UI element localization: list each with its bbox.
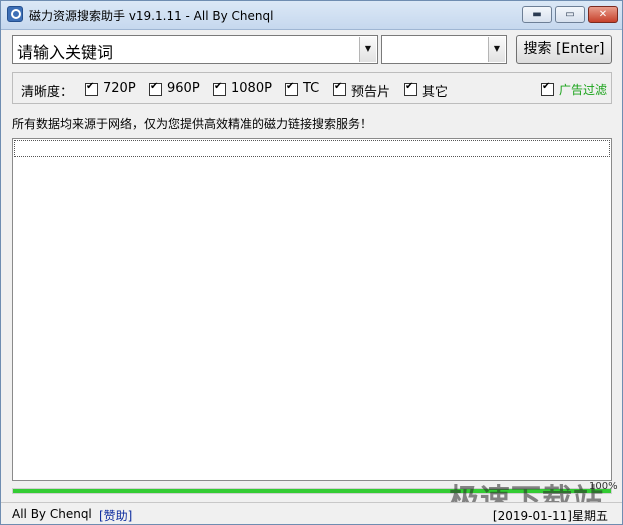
close-icon: ✕ <box>598 9 608 20</box>
check-icon[interactable] <box>333 81 346 96</box>
checkbox-1080p[interactable]: 1080P <box>213 81 272 97</box>
checkbox-ad-filter[interactable]: 广告过滤 <box>541 81 607 97</box>
check-icon[interactable] <box>285 81 298 96</box>
maximize-icon: ▭ <box>565 9 575 20</box>
minimize-button[interactable]: ▬ <box>522 6 552 23</box>
donate-link[interactable]: [赞助] <box>99 507 132 524</box>
close-button[interactable]: ✕ <box>588 6 618 23</box>
check-icon[interactable] <box>404 81 417 96</box>
keyword-input[interactable]: 请输入关键词 <box>17 39 113 63</box>
search-button[interactable]: 搜索 [Enter] <box>516 35 612 64</box>
status-date: [2019-01-11]星期五 <box>492 509 608 523</box>
checkbox-720p[interactable]: 720P <box>85 81 136 97</box>
title-bar[interactable]: 磁力资源搜索助手 v19.1.11 - All By Chenql ▬ ▭ ✕ <box>1 1 622 30</box>
keyword-combobox[interactable]: 请输入关键词 ▼ <box>12 35 378 64</box>
results-list[interactable] <box>12 138 612 481</box>
check-icon[interactable] <box>149 81 162 96</box>
check-icon[interactable] <box>541 81 554 96</box>
disclaimer-text: 所有数据均来源于网络，仅为您提供高效精准的磁力链接搜索服务！ <box>12 117 373 131</box>
status-author: All By Chenql <box>12 507 92 521</box>
minimize-icon: ▬ <box>532 9 542 20</box>
checkbox-960p[interactable]: 960P <box>149 81 200 97</box>
chevron-down-icon[interactable]: ▼ <box>359 37 376 62</box>
checkbox-other[interactable]: 其它 <box>404 81 448 100</box>
maximize-button[interactable]: ▭ <box>555 6 585 23</box>
check-icon[interactable] <box>85 81 98 96</box>
checkbox-trailer[interactable]: 预告片 <box>333 81 390 100</box>
search-engine-combobox[interactable]: ▼ <box>381 35 507 64</box>
resolution-label: 清晰度： <box>21 85 74 100</box>
status-bar: All By Chenql [赞助] [2019-01-11]星期五 <box>1 502 622 524</box>
app-window: 磁力资源搜索助手 v19.1.11 - All By Chenql ▬ ▭ ✕ … <box>0 0 623 525</box>
chevron-down-icon[interactable]: ▼ <box>488 37 505 62</box>
check-icon[interactable] <box>213 81 226 96</box>
magnet-app-icon <box>7 6 23 22</box>
window-title: 磁力资源搜索助手 v19.1.11 - All By Chenql <box>29 9 274 23</box>
resolution-filter-group: 清晰度： 720P 960P 1080P TC 预告片 其它 广告过滤 <box>12 72 612 104</box>
checkbox-tc[interactable]: TC <box>285 81 319 97</box>
list-item[interactable] <box>14 140 610 157</box>
